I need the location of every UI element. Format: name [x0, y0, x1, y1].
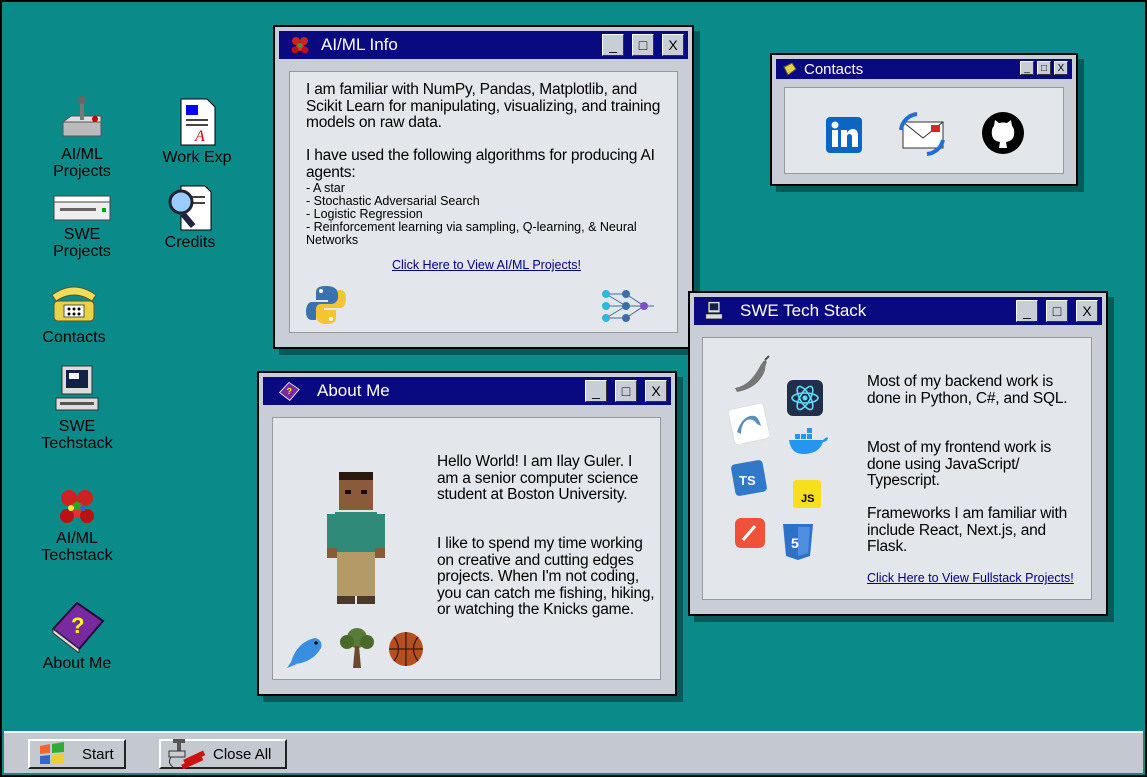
desktop-icon-aiml-techstack[interactable]: AI/ML Techstack [32, 484, 122, 564]
basketball-icon [389, 632, 423, 666]
computer-icon [705, 301, 723, 319]
drive-icon [53, 195, 111, 221]
minimize-button[interactable]: _ [602, 34, 624, 56]
view-fullstack-projects-link[interactable]: Click Here to View Fullstack Projects! [867, 571, 1074, 585]
document-icon: A [180, 98, 216, 146]
maximize-button[interactable]: □ [1046, 300, 1068, 322]
desktop-icon-label: Credits [164, 234, 216, 251]
svg-text:5: 5 [791, 535, 799, 551]
swe-techstack-window: SWE Tech Stack _ □ X TS JS 5 Most of my … [688, 291, 1108, 616]
minimize-button[interactable]: _ [1020, 61, 1034, 75]
fish-icon [287, 638, 322, 668]
desktop-icon-label: AI/ML Projects [53, 146, 111, 180]
close-button[interactable]: X [662, 34, 684, 56]
swe-techstack-titlebar[interactable]: SWE Tech Stack _ □ X [694, 297, 1102, 325]
python-icon [306, 286, 346, 324]
svg-text:TS: TS [739, 473, 756, 488]
linkedin-icon[interactable] [825, 116, 863, 154]
aiml-info-content: I am familiar with NumPy, Pandas, Matplo… [289, 71, 678, 333]
close-all-label: Close All [213, 745, 272, 763]
molecule-icon [60, 490, 94, 523]
tree-icon [340, 628, 374, 668]
maximize-button[interactable]: □ [1037, 61, 1051, 75]
about-paragraph-2: I like to spend my time working on creat… [437, 535, 655, 618]
desktop-icon-swe-projects[interactable]: SWE Projects [37, 192, 127, 260]
molecule-icon [291, 37, 309, 54]
docker-icon [789, 428, 828, 454]
desktop: AI/ML Projects A Work Exp SWE Projects C [0, 0, 1147, 777]
github-icon[interactable] [980, 110, 1026, 156]
react-icon [787, 380, 823, 416]
swe-paragraph-1: Most of my backend work is done in Pytho… [867, 373, 1068, 407]
window-title: AI/ML Info [321, 35, 398, 54]
svg-text:JS: JS [801, 493, 814, 505]
desktop-icon-label: AI/ML Techstack [41, 530, 113, 564]
window-title: Contacts [804, 60, 864, 78]
mysql-icon [729, 404, 769, 444]
window-title: SWE Tech Stack [740, 301, 867, 320]
pepper-icon [735, 355, 770, 392]
minimize-button[interactable]: _ [1016, 300, 1038, 322]
view-aiml-projects-link[interactable]: Click Here to View AI/ML Projects! [392, 258, 581, 272]
desktop-icon-contacts[interactable]: Contacts [29, 277, 119, 346]
dynamite-icon [168, 739, 206, 769]
desktop-icon-label: SWE Projects [53, 226, 111, 260]
close-button[interactable]: X [645, 380, 667, 402]
help-book-icon: ? [278, 381, 300, 401]
swe-techstack-content: TS JS 5 Most of my backend work is done … [702, 337, 1092, 600]
aiml-info-titlebar[interactable]: AI/ML Info _ □ X [279, 31, 688, 59]
contacts-book-icon [783, 62, 797, 76]
desktop-icon-about-me[interactable]: ? About Me [32, 597, 122, 672]
desktop-icon-label: SWE Techstack [41, 418, 113, 452]
start-label: Start [82, 745, 114, 763]
desktop-icon-swe-techstack[interactable]: SWE Techstack [32, 364, 122, 452]
aiml-paragraph-2: I have used the following algorithms for… [306, 147, 655, 181]
html5-icon: 5 [783, 524, 813, 560]
maximize-button[interactable]: □ [632, 34, 654, 56]
taskbar: Start Close All [4, 731, 1143, 773]
desktop-icon-aiml-projects[interactable]: AI/ML Projects [37, 94, 127, 180]
desktop-icon-label: Work Exp [162, 149, 232, 166]
contacts-content [784, 87, 1064, 174]
aiml-paragraph-1: I am familiar with NumPy, Pandas, Matplo… [306, 81, 661, 131]
desktop-icon-credits[interactable]: Credits [145, 184, 235, 251]
svg-text:?: ? [71, 613, 84, 638]
about-paragraph-1: Hello World! I am Ilay Guler. I am a sen… [437, 453, 639, 503]
algorithm-list: - A star - Stochastic Adversarial Search… [306, 182, 666, 247]
maximize-button[interactable]: □ [615, 380, 637, 402]
about-me-titlebar[interactable]: ? About Me _ □ X [263, 377, 671, 405]
desktop-icon-label: About Me [42, 655, 112, 672]
algorithm-item: - Reinforcement learning via sampling, Q… [306, 220, 637, 247]
help-book-icon: ? [51, 601, 105, 653]
neural-network-icon [602, 290, 654, 322]
magnifier-document-icon [168, 185, 212, 231]
svg-text:A: A [194, 128, 205, 145]
swe-paragraph-2: Most of my frontend work is done using J… [867, 439, 1052, 489]
close-all-button[interactable]: Close All [159, 739, 287, 769]
desktop-icon-label: Contacts [42, 329, 106, 346]
start-button[interactable]: Start [28, 739, 126, 769]
swe-paragraph-3: Frameworks I am familiar with include Re… [867, 505, 1068, 555]
joystick-icon [61, 96, 102, 137]
javascript-icon: JS [793, 480, 821, 508]
desktop-icon-work-exp[interactable]: A Work Exp [152, 97, 242, 166]
close-button[interactable]: X [1054, 61, 1068, 75]
typescript-icon: TS [731, 460, 767, 496]
telephone-icon [51, 286, 97, 322]
close-button[interactable]: X [1076, 300, 1098, 322]
svg-text:?: ? [287, 386, 292, 396]
about-me-window: ? About Me _ □ X Hello World! I am Ilay … [257, 371, 677, 696]
avatar-character [327, 472, 385, 604]
about-me-content: Hello World! I am Ilay Guler. I am a sen… [272, 417, 661, 680]
email-icon[interactable] [897, 112, 947, 156]
minimize-button[interactable]: _ [585, 380, 607, 402]
contacts-window: Contacts _ □ X [770, 53, 1078, 186]
windows-logo-icon [40, 742, 64, 764]
contacts-titlebar[interactable]: Contacts _ □ X [776, 59, 1072, 79]
aiml-info-window: AI/ML Info _ □ X I am familiar with NumP… [273, 25, 694, 349]
computer-icon [55, 365, 99, 411]
window-title: About Me [317, 381, 390, 400]
swift-icon [735, 518, 765, 548]
